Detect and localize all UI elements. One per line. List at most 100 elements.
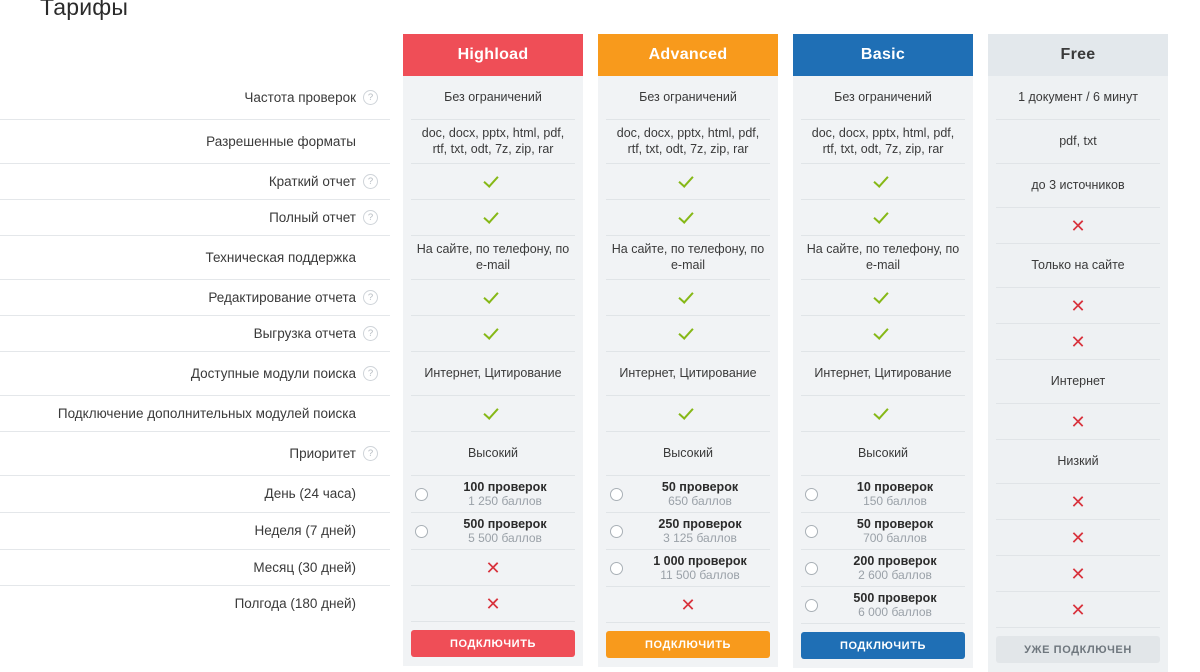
help-icon[interactable]: ?: [363, 290, 378, 305]
feature-cell-excluded: ✕: [996, 324, 1160, 360]
feature-cell-value: Высокий: [662, 445, 714, 460]
price-option[interactable]: 1 000 проверок 11 500 баллов: [606, 550, 770, 587]
help-icon[interactable]: ?: [363, 366, 378, 381]
price-option[interactable]: 250 проверок 3 125 баллов: [606, 513, 770, 550]
feature-cell-text: до 3 источников: [996, 164, 1160, 208]
check-icon: [680, 209, 697, 226]
price-option[interactable]: 100 проверок 1 250 баллов: [411, 476, 575, 513]
price-option-texts: 250 проверок 3 125 баллов: [630, 517, 770, 545]
check-icon: [875, 289, 892, 306]
feature-cell-excluded: ✕: [411, 586, 575, 622]
connect-button[interactable]: подключить: [411, 630, 575, 657]
page-title: Тарифы: [40, 0, 129, 20]
radio-button[interactable]: [610, 487, 623, 501]
feature-cell-excluded: ✕: [996, 484, 1160, 520]
price-option-texts: 10 проверок 150 баллов: [825, 480, 965, 508]
feature-label-text: Месяц (30 дней): [253, 559, 356, 575]
price-option-cost: 5 500 баллов: [468, 531, 542, 545]
help-icon[interactable]: ?: [363, 90, 378, 105]
price-option[interactable]: 500 проверок 6 000 баллов: [801, 587, 965, 624]
feature-cell-excluded: ✕: [996, 208, 1160, 244]
cross-icon: ✕: [1070, 411, 1086, 432]
feature-label-row: День (24 часа)?: [0, 476, 390, 513]
price-option-texts: 500 проверок 5 500 баллов: [435, 517, 575, 545]
feature-cell-value: pdf, txt: [1059, 133, 1097, 148]
radio-button[interactable]: [805, 598, 818, 612]
feature-cell-value: Без ограничений: [639, 89, 737, 104]
feature-label-text: Полный отчет: [269, 209, 356, 225]
feature-cell-text: Интернет: [996, 360, 1160, 404]
connect-button[interactable]: подключить: [606, 631, 770, 658]
price-option-title: 10 проверок: [856, 480, 934, 494]
price-option[interactable]: 50 проверок 650 баллов: [606, 476, 770, 513]
help-icon[interactable]: ?: [363, 174, 378, 189]
feature-cell-excluded: ✕: [996, 288, 1160, 324]
price-option-title: 100 проверок: [463, 480, 547, 494]
feature-cell-text: 1 документ / 6 минут: [996, 76, 1160, 120]
radio-button[interactable]: [415, 487, 428, 501]
price-option[interactable]: 200 проверок 2 600 баллов: [801, 550, 965, 587]
feature-label-row: Полгода (180 дней)?: [0, 586, 390, 622]
feature-cell-value: На сайте, по телефону, по e-mail: [806, 242, 960, 272]
plan-button-wrap: подключить: [793, 624, 973, 668]
radio-button[interactable]: [805, 487, 818, 501]
feature-cell-included: [411, 164, 575, 200]
feature-cell-text: Без ограничений: [801, 76, 965, 120]
price-option[interactable]: 50 проверок 700 баллов: [801, 513, 965, 550]
feature-cell-value: Интернет, Цитирование: [814, 365, 952, 380]
feature-label-text: Полгода (180 дней): [234, 596, 356, 612]
radio-button[interactable]: [805, 524, 818, 538]
feature-cell-text: doc, docx, pptx, html, pdf, rtf, txt, od…: [411, 120, 575, 164]
feature-cell-excluded: ✕: [411, 550, 575, 586]
plan-header-basic: Basic: [793, 34, 973, 76]
price-option[interactable]: 10 проверок 150 баллов: [801, 476, 965, 513]
feature-cell-text: doc, docx, pptx, html, pdf, rtf, txt, od…: [801, 120, 965, 164]
feature-cell-text: Интернет, Цитирование: [606, 352, 770, 396]
feature-cell-included: [801, 200, 965, 236]
check-icon: [875, 325, 892, 342]
feature-cell-included: [606, 396, 770, 432]
check-icon: [680, 289, 697, 306]
check-icon: [875, 405, 892, 422]
plan-cells: 1 документ / 6 минут pdf, txt до 3 источни…: [988, 76, 1168, 628]
price-option-title: 50 проверок: [856, 517, 934, 531]
feature-cell-text: Высокий: [801, 432, 965, 476]
feature-cell-included: [606, 164, 770, 200]
feature-cell-value: Интернет, Цитирование: [619, 365, 757, 380]
price-option-title: 50 проверок: [661, 480, 739, 494]
price-option-title: 1 000 проверок: [653, 554, 747, 568]
help-icon[interactable]: ?: [363, 326, 378, 341]
feature-cell-text: На сайте, по телефону, по e-mail: [801, 236, 965, 280]
feature-label-text: День (24 часа): [264, 486, 356, 502]
feature-label-row: Месяц (30 дней)?: [0, 550, 390, 586]
feature-cell-text: pdf, txt: [996, 120, 1160, 164]
radio-button[interactable]: [415, 524, 428, 538]
help-icon[interactable]: ?: [363, 210, 378, 225]
feature-cell-value: На сайте, по телефону, по e-mail: [416, 242, 570, 272]
cross-icon: ✕: [1070, 527, 1086, 548]
radio-button[interactable]: [610, 561, 623, 575]
feature-label-row: Доступные модули поиска?: [0, 352, 390, 396]
feature-cell-included: [606, 200, 770, 236]
check-icon: [485, 325, 502, 342]
help-icon[interactable]: ?: [363, 446, 378, 461]
feature-cell-text: Высокий: [411, 432, 575, 476]
feature-cell-value: Интернет: [1050, 373, 1106, 388]
feature-cell-included: [801, 164, 965, 200]
connect-button[interactable]: подключить: [801, 632, 965, 659]
feature-cell-value: doc, docx, pptx, html, pdf, rtf, txt, od…: [421, 126, 565, 156]
plan-column-free: Free 1 документ / 6 минут pdf, txt до 3 ист…: [988, 34, 1168, 672]
radio-button[interactable]: [805, 561, 818, 575]
radio-button[interactable]: [610, 524, 623, 538]
feature-label-text: Приоритет: [289, 445, 356, 461]
plan-button-wrap: подключить: [403, 622, 583, 666]
feature-cell-included: [411, 200, 575, 236]
price-option[interactable]: 500 проверок 5 500 баллов: [411, 513, 575, 550]
cross-icon: ✕: [680, 594, 696, 615]
price-option-cost: 700 баллов: [863, 531, 927, 545]
feature-cell-value: 1 документ / 6 минут: [1018, 89, 1138, 104]
plan-cells: Без ограничений doc, docx, pptx, html, pd…: [793, 76, 973, 624]
feature-label-row: Разрешенные форматы?: [0, 120, 390, 164]
feature-cell-text: Низкий: [996, 440, 1160, 484]
check-icon: [485, 289, 502, 306]
